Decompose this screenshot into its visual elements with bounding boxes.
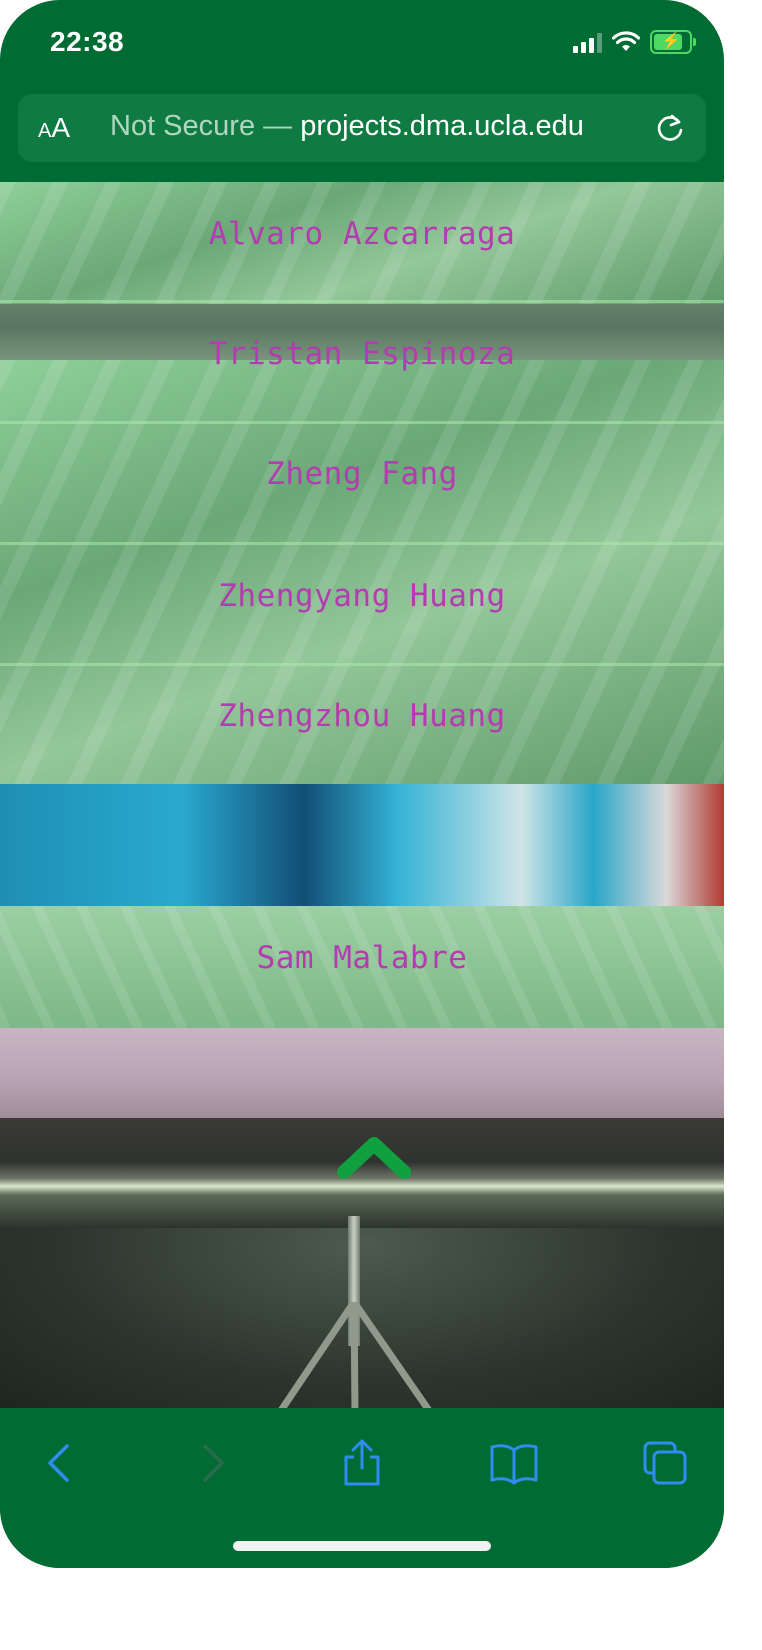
student-link[interactable]: Zheng Fang bbox=[0, 456, 724, 492]
background-strip bbox=[0, 784, 724, 906]
url-display[interactable]: Not Secure — projects.dma.ucla.edu bbox=[110, 110, 584, 143]
share-icon[interactable] bbox=[337, 1438, 387, 1488]
student-link[interactable]: Alvaro Azcarraga bbox=[0, 216, 724, 252]
security-label: Not Secure — bbox=[110, 110, 301, 142]
reload-icon[interactable] bbox=[650, 108, 690, 148]
url-domain: projects.dma.ucla.edu bbox=[300, 110, 584, 142]
home-indicator[interactable] bbox=[233, 1541, 491, 1551]
back-icon[interactable] bbox=[36, 1438, 86, 1488]
tabs-icon[interactable] bbox=[640, 1438, 690, 1488]
student-link[interactable]: Zhengyang Huang bbox=[0, 578, 724, 614]
wifi-icon bbox=[612, 31, 640, 51]
chevron-up-icon[interactable] bbox=[336, 1130, 412, 1186]
bookmarks-icon[interactable] bbox=[489, 1438, 539, 1488]
cellular-signal-icon bbox=[573, 31, 602, 53]
status-bar: 22:38 ⚡ bbox=[0, 0, 724, 90]
tripod-legs bbox=[278, 1302, 432, 1408]
text-size-button[interactable]: AA bbox=[38, 112, 70, 144]
status-time: 22:38 bbox=[50, 26, 125, 57]
background-strip bbox=[0, 1028, 724, 1118]
student-link[interactable]: Zhengzhou Huang bbox=[0, 698, 724, 734]
address-bar[interactable]: AA Not Secure — projects.dma.ucla.edu bbox=[18, 94, 706, 162]
student-link[interactable]: Tristan Espinoza bbox=[0, 336, 724, 372]
student-link[interactable]: Sam Malabre bbox=[0, 940, 724, 976]
phone-screen: 22:38 ⚡ AA Not Secure — projects.dma.ucl… bbox=[0, 0, 724, 1568]
forward-icon[interactable] bbox=[186, 1438, 236, 1488]
page-content: Alvaro Azcarraga Tristan Espinoza Zheng … bbox=[0, 182, 724, 1408]
battery-charging-icon: ⚡ bbox=[650, 30, 696, 54]
status-icons: ⚡ bbox=[573, 30, 696, 54]
